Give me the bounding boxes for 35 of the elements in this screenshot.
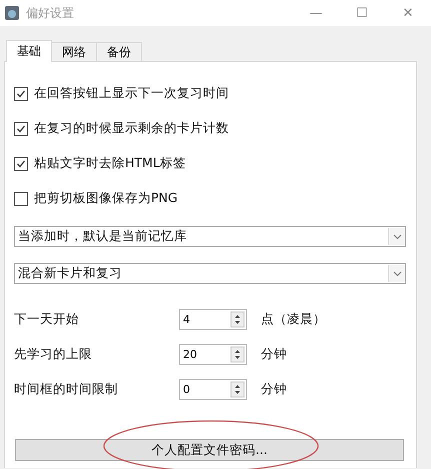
number-field[interactable]: 4 [179,309,247,330]
window-title: 偏好设置 [26,4,75,22]
tab[interactable]: 备份 [96,42,142,62]
setting-label: 先学习的上限 [14,346,93,363]
chevron-down-icon [392,234,402,240]
option-label: 把剪切板图像保存为PNG [34,190,178,207]
window-control-button[interactable]: ☐ [339,0,385,26]
checkbox[interactable] [14,122,28,136]
window-control-button[interactable]: — [293,0,339,26]
checkbox[interactable] [14,156,28,170]
checkmark-icon [16,158,26,168]
unit-label: 分钟 [261,381,287,398]
unit-label: 分钟 [261,346,287,363]
spin-arrows-icon[interactable] [230,346,246,363]
chevron-down-icon [392,270,402,276]
dropdown[interactable]: 当添加时，默认是当前记忆库 [14,226,406,247]
checkmark-icon [16,88,26,98]
option-label: 在回答按钮上显示下一次复习时间 [34,85,229,102]
checkbox[interactable] [14,192,28,206]
setting-label: 时间框的时间限制 [14,381,119,398]
app-icon [4,5,20,21]
number-field[interactable]: 0 [179,379,247,400]
spin-arrows-icon[interactable] [230,311,246,328]
tab[interactable]: 基础 [6,40,52,62]
spin-arrows-icon[interactable] [230,381,246,398]
option-label: 在复习的时候显示剩余的卡片计数 [34,120,229,137]
window-control-button[interactable]: ✕ [385,0,431,26]
setting-label: 下一天开始 [14,311,80,328]
checkmark-icon [16,124,26,134]
unit-label: 点（凌晨） [261,311,326,328]
dropdown[interactable]: 混合新卡片和复习 [14,263,406,284]
number-field[interactable]: 20 [179,344,247,365]
option-label: 粘贴文字时去除HTML标签 [34,155,186,172]
checkbox[interactable] [14,86,28,100]
profile-password-button[interactable]: 个人配置文件密码... [15,439,404,461]
